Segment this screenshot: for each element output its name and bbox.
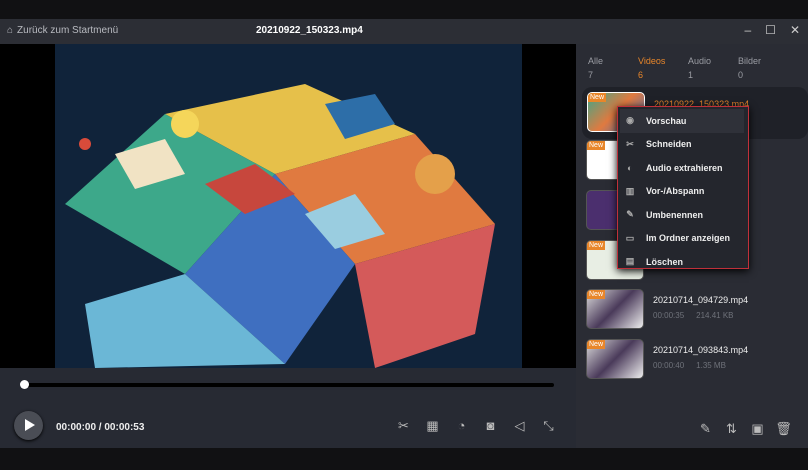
file-name: 20210714_093843.mp4 <box>653 345 749 355</box>
menu-item-vor-abspann[interactable]: ▥ Vor-/Abspann <box>618 180 748 204</box>
tab-label: Videos <box>638 56 666 66</box>
time-display: 00:00:00 / 00:00:53 <box>56 422 145 433</box>
menu-label: Vorschau <box>646 115 687 126</box>
back-to-start-button[interactable]: ⌂ Zurück zum Startmenü <box>7 25 118 36</box>
thumbnail: New <box>586 289 644 329</box>
video-frame <box>55 44 522 368</box>
tab-alle[interactable]: Alle 7 <box>588 56 638 80</box>
eye-icon: ◉ <box>626 115 634 126</box>
list-item[interactable]: New 20210714_093843.mp4 00:00:40 1.35 MB <box>586 339 802 383</box>
seek-handle[interactable] <box>20 380 29 389</box>
tab-label: Audio <box>688 56 712 66</box>
tab-count: 6 <box>638 70 644 80</box>
home-icon: ⌂ <box>7 25 14 36</box>
minimize-button[interactable]: – <box>744 23 751 37</box>
file-size: 1.35 MB <box>696 361 726 370</box>
film-icon: ▥ <box>625 185 635 196</box>
tab-bilder[interactable]: Bilder 0 <box>738 56 788 80</box>
audio-extract-icon: ◐ <box>627 162 633 173</box>
menu-label: Im Ordner anzeigen <box>646 233 731 244</box>
file-title: 20210922_150323.mp4 <box>256 25 363 36</box>
file-duration: 00:00:35 <box>653 311 685 320</box>
rename-icon[interactable]: ✎ <box>698 421 713 436</box>
context-menu: ◉ Vorschau ✂ Schneiden ◐ Audio extrahieren … <box>617 106 749 269</box>
menu-label: Schneiden <box>646 139 692 150</box>
trash-icon: ▤ <box>625 256 635 267</box>
close-button[interactable]: ✕ <box>790 23 800 37</box>
video-illustration <box>55 44 522 368</box>
menu-item-schneiden[interactable]: ✂ Schneiden <box>618 133 748 157</box>
tab-count: 1 <box>688 70 694 80</box>
delete-icon[interactable]: 🗑 <box>775 421 792 436</box>
thumbnail: New <box>586 339 644 379</box>
play-button[interactable] <box>14 411 43 440</box>
file-name: 20210714_094729.mp4 <box>653 295 749 305</box>
new-badge: New <box>587 241 606 250</box>
video-area[interactable] <box>0 44 576 368</box>
tab-count: 0 <box>738 70 744 80</box>
sort-icon[interactable]: ⇅ <box>724 421 739 436</box>
tab-videos[interactable]: Videos 6 <box>638 56 688 80</box>
folder-icon: ▭ <box>625 232 635 243</box>
new-badge: New <box>587 340 606 349</box>
menu-label: Audio extrahieren <box>646 162 723 173</box>
screenshot-icon[interactable]: ◙ <box>483 418 498 433</box>
tab-audio[interactable]: Audio 1 <box>688 56 738 80</box>
menu-item-loeschen[interactable]: ▤ Löschen <box>618 250 748 274</box>
seek-bar[interactable] <box>20 380 554 389</box>
cut-icon[interactable]: ✂ <box>396 418 411 433</box>
menu-label: Löschen <box>646 256 684 267</box>
audio-extract-icon[interactable]: ◔ <box>454 418 469 433</box>
new-badge: New <box>588 93 607 102</box>
menu-item-audio-extrahieren[interactable]: ◐ Audio extrahieren <box>618 156 748 180</box>
back-label: Zurück zum Startmenü <box>17 25 119 36</box>
title-bar: ⌂ Zurück zum Startmenü 20210922_150323.mp… <box>0 19 808 44</box>
fullscreen-icon[interactable]: ⤡ <box>541 418 556 433</box>
scissors-icon: ✂ <box>626 138 634 149</box>
film-icon[interactable]: ▦ <box>425 418 440 433</box>
tab-count: 7 <box>588 70 594 80</box>
menu-label: Umbenennen <box>646 209 704 220</box>
tab-label: Alle <box>588 56 604 66</box>
new-badge: New <box>587 141 606 150</box>
menu-label: Vor-/Abspann <box>646 186 705 197</box>
menu-item-im-ordner-anzeigen[interactable]: ▭ Im Ordner anzeigen <box>618 227 748 251</box>
file-duration: 00:00:40 <box>653 361 685 370</box>
list-item[interactable]: New 20210714_094729.mp4 00:00:35 214.41 K… <box>586 289 802 333</box>
player-pane <box>0 44 576 448</box>
menu-item-umbenennen[interactable]: ✎ Umbenennen <box>618 203 748 227</box>
new-badge: New <box>587 290 606 299</box>
open-folder-icon[interactable]: ▣ <box>750 421 765 436</box>
tab-label: Bilder <box>738 56 762 66</box>
pencil-icon: ✎ <box>626 209 634 220</box>
maximize-button[interactable]: ☐ <box>765 23 776 37</box>
file-size: 214.41 KB <box>696 311 734 320</box>
menu-item-vorschau[interactable]: ◉ Vorschau <box>620 109 744 133</box>
volume-icon[interactable]: ◁ <box>512 418 527 433</box>
